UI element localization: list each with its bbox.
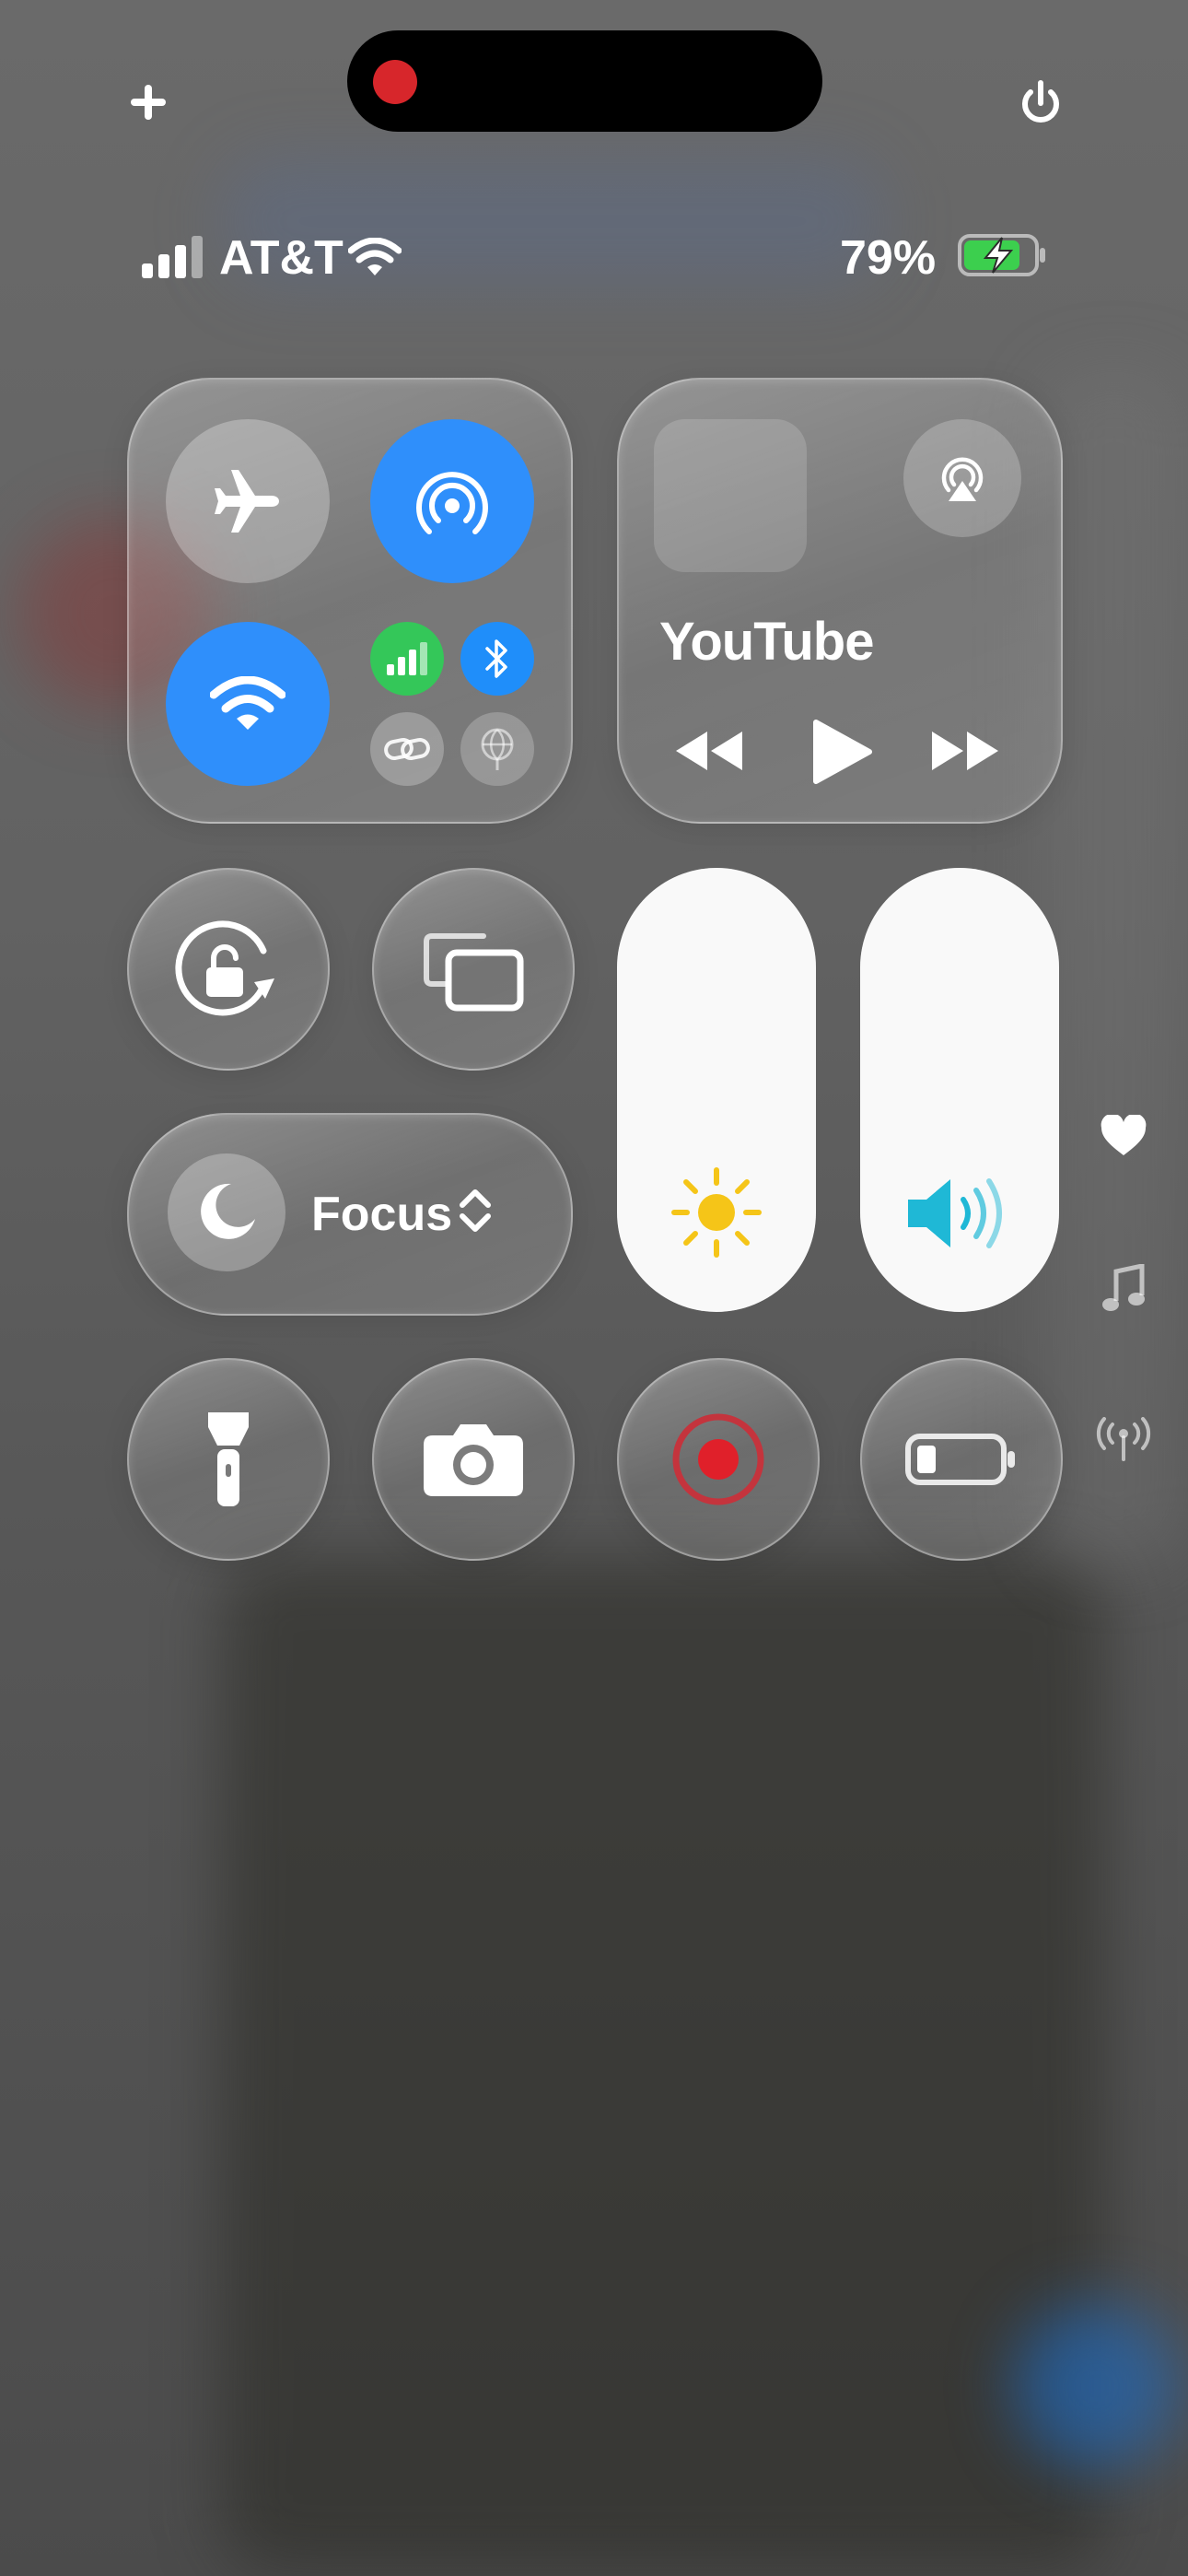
volume-slider[interactable] — [860, 868, 1059, 1312]
orientation-lock-button[interactable] — [127, 868, 330, 1071]
fast-forward-icon — [932, 732, 998, 770]
airplay-icon — [941, 457, 984, 501]
airdrop-icon — [416, 472, 488, 534]
favorites-page-indicator[interactable] — [1100, 1115, 1147, 1157]
low-power-mode-icon — [905, 1434, 1015, 1485]
screen-recording-dot — [373, 60, 417, 104]
link-icon — [384, 737, 430, 761]
music-note-icon — [1102, 1264, 1145, 1311]
wifi-status-icon — [348, 238, 402, 276]
heart-icon — [1101, 1115, 1147, 1155]
bluetooth-icon — [485, 639, 507, 678]
artwork-placeholder — [654, 419, 807, 572]
low-power-mode-button[interactable] — [860, 1358, 1063, 1561]
focus-icon-circle — [168, 1153, 285, 1271]
bluetooth-toggle[interactable] — [460, 622, 534, 696]
play-button[interactable] — [810, 719, 873, 785]
fast-forward-button[interactable] — [930, 728, 1000, 774]
cellular-icon — [387, 642, 427, 675]
focus-chevron-icon — [457, 1185, 494, 1236]
play-icon — [813, 720, 872, 784]
orientation-lock-icon — [175, 920, 274, 1016]
screen-record-button[interactable] — [617, 1358, 820, 1561]
cellular-data-toggle[interactable] — [370, 622, 444, 696]
battery-icon — [958, 232, 1048, 278]
wifi-toggle[interactable] — [166, 622, 330, 786]
airplane-mode-toggle[interactable] — [166, 419, 330, 583]
camera-button[interactable] — [372, 1358, 575, 1561]
globe-icon — [481, 728, 514, 770]
speaker-icon — [908, 1178, 1002, 1248]
satellite-toggle[interactable] — [460, 712, 534, 786]
power-button[interactable] — [1015, 77, 1066, 129]
connectivity-page-indicator[interactable] — [1096, 1417, 1151, 1463]
camera-icon — [424, 1424, 523, 1496]
airplay-button[interactable] — [903, 419, 1021, 537]
screen-mirroring-icon — [424, 933, 524, 1012]
dynamic-island[interactable] — [347, 30, 822, 132]
power-icon — [1022, 80, 1059, 123]
sun-icon — [671, 1167, 762, 1258]
flashlight-icon — [208, 1412, 249, 1506]
personal-hotspot-toggle[interactable] — [370, 712, 444, 786]
rewind-button[interactable] — [674, 728, 744, 774]
now-playing-app: YouTube — [659, 612, 874, 672]
brightness-slider[interactable] — [617, 868, 816, 1312]
screen-mirroring-button[interactable] — [372, 868, 575, 1071]
airplane-icon — [215, 470, 279, 533]
plus-icon — [131, 85, 166, 120]
carrier-label: AT&T — [219, 231, 344, 285]
wifi-icon — [210, 676, 285, 730]
airdrop-toggle[interactable] — [370, 419, 534, 583]
add-button[interactable] — [125, 79, 171, 125]
focus-label: Focus — [311, 1188, 453, 1241]
flashlight-button[interactable] — [127, 1358, 330, 1561]
moon-icon — [201, 1183, 255, 1239]
rewind-icon — [676, 732, 742, 770]
cellular-signal-icon — [142, 236, 206, 278]
screen-record-icon — [672, 1413, 764, 1505]
antenna-icon — [1096, 1417, 1151, 1461]
music-page-indicator[interactable] — [1101, 1264, 1146, 1316]
battery-percent: 79% — [840, 231, 937, 285]
